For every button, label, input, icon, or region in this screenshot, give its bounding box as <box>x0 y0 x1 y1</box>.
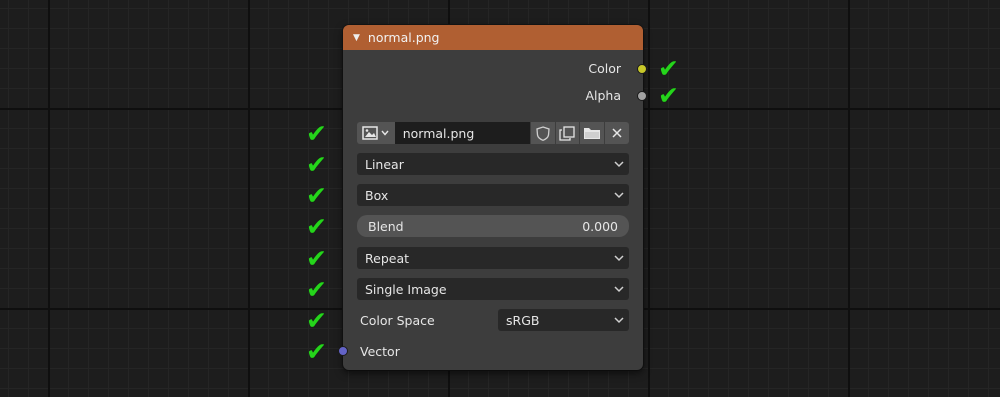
browse-image-button[interactable] <box>357 122 395 144</box>
blend-label: Blend <box>368 218 404 234</box>
input-vector-label: Vector <box>360 344 400 359</box>
color-space-label: Color Space <box>360 313 435 328</box>
chevron-down-icon <box>614 255 624 262</box>
extension-value: Repeat <box>365 250 410 266</box>
chevron-down-icon <box>381 130 389 136</box>
color-space-dropdown[interactable]: sRGB <box>498 309 629 331</box>
node-title: normal.png <box>367 30 440 45</box>
output-alpha-label: Alpha <box>585 88 621 103</box>
checkmark-icon-projection: ✔ <box>306 181 327 210</box>
checkmark-icon-blend: ✔ <box>306 212 327 241</box>
chevron-down-icon <box>614 317 624 324</box>
projection-dropdown[interactable]: Box <box>357 184 629 206</box>
projection-value: Box <box>365 187 389 203</box>
checkmark-icon-color-space: ✔ <box>306 306 327 335</box>
blend-value: 0.000 <box>582 218 618 234</box>
unlink-image-button[interactable] <box>604 122 630 144</box>
input-socket-vector[interactable] <box>338 346 348 356</box>
extension-dropdown[interactable]: Repeat <box>357 247 629 269</box>
duplicate-icon <box>559 125 576 141</box>
output-socket-alpha[interactable] <box>637 91 647 101</box>
source-value: Single Image <box>365 281 447 297</box>
open-image-button[interactable] <box>579 122 605 144</box>
image-name-field[interactable]: normal.png <box>394 122 530 144</box>
collapse-triangle-icon[interactable]: ▼ <box>353 33 360 43</box>
source-dropdown[interactable]: Single Image <box>357 278 629 300</box>
checkmark-icon-source: ✔ <box>306 275 327 304</box>
interpolation-dropdown[interactable]: Linear <box>357 153 629 175</box>
shield-icon <box>535 125 550 141</box>
color-space-value: sRGB <box>506 312 540 328</box>
checkmark-icon-alpha-output: ✔ <box>658 81 679 110</box>
image-browse-icon <box>362 126 379 140</box>
image-selector: normal.png <box>357 122 630 144</box>
checkmark-icon-extension: ✔ <box>306 244 327 273</box>
image-texture-node[interactable]: ▼ normal.png Color Alpha normal.png Line… <box>338 25 647 370</box>
checkmark-icon-vector: ✔ <box>306 337 327 366</box>
chevron-down-icon <box>614 161 624 168</box>
output-color-label: Color <box>588 61 621 76</box>
output-socket-color[interactable] <box>637 64 647 74</box>
blend-slider[interactable]: Blend 0.000 <box>357 215 629 237</box>
checkmark-icon-image: ✔ <box>306 119 327 148</box>
duplicate-image-button[interactable] <box>554 122 580 144</box>
node-header[interactable]: ▼ normal.png <box>343 25 643 50</box>
chevron-down-icon <box>614 286 624 293</box>
fake-user-button[interactable] <box>529 122 555 144</box>
close-icon <box>612 128 622 138</box>
interpolation-value: Linear <box>365 156 404 172</box>
chevron-down-icon <box>614 192 624 199</box>
checkmark-icon-color-output: ✔ <box>658 54 679 83</box>
folder-icon <box>584 128 601 139</box>
checkmark-icon-interpolation: ✔ <box>306 150 327 179</box>
